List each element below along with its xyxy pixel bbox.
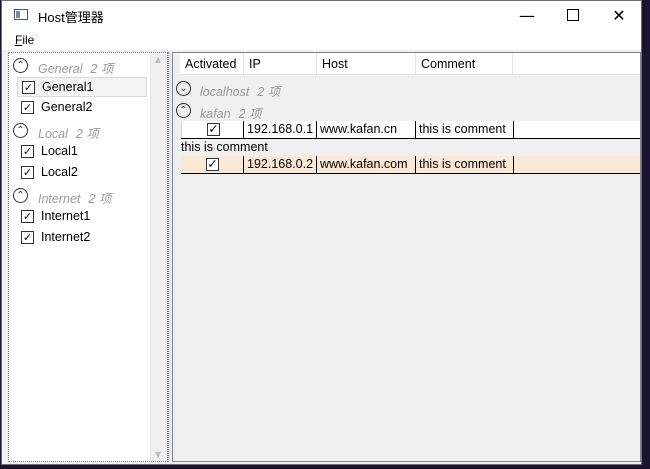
- cell-comment[interactable]: this is comment: [416, 121, 514, 138]
- column-header-comment[interactable]: Comment: [416, 53, 513, 75]
- list-item-local2[interactable]: ✓ Local2: [17, 163, 147, 183]
- main-window: Host管理器 — ✕ File ⌃ General 2 项 ✓ General1…: [1, 0, 642, 465]
- checkbox-checked-icon[interactable]: ✓: [21, 101, 34, 114]
- list-item-general2[interactable]: ✓ General2: [17, 98, 147, 118]
- item-label: General1: [42, 80, 94, 94]
- cell-host[interactable]: www.kafan.com: [317, 156, 416, 173]
- group-name: kafan: [200, 107, 231, 121]
- checkbox-checked-icon[interactable]: ✓: [206, 158, 219, 171]
- list-item-local1[interactable]: ✓ Local1: [17, 142, 147, 162]
- cell-ip[interactable]: 192.168.0.1: [244, 121, 317, 138]
- group-name: General: [38, 62, 83, 76]
- maximize-button[interactable]: [550, 1, 596, 31]
- list-item-general1[interactable]: ✓ General1: [17, 77, 147, 97]
- row-detail-text: this is comment: [181, 140, 268, 154]
- checkbox-checked-icon[interactable]: ✓: [22, 81, 35, 94]
- table-row[interactable]: ✓ 192.168.0.1 www.kafan.cn this is comme…: [181, 121, 640, 139]
- checkbox-checked-icon[interactable]: ✓: [21, 166, 34, 179]
- collapse-icon[interactable]: ⌃: [13, 188, 28, 203]
- collapse-icon[interactable]: ⌃: [13, 58, 28, 73]
- collapse-icon[interactable]: ⌃: [13, 123, 28, 138]
- column-header-host[interactable]: Host: [317, 53, 416, 75]
- list-item-internet2[interactable]: ✓ Internet2: [17, 228, 147, 248]
- close-button[interactable]: ✕: [596, 1, 642, 31]
- item-label: General2: [41, 100, 93, 114]
- pane-splitter[interactable]: [168, 52, 171, 462]
- column-header-ip[interactable]: IP: [244, 53, 317, 75]
- menu-file[interactable]: File: [15, 33, 34, 47]
- checkbox-checked-icon[interactable]: ✓: [21, 145, 34, 158]
- group-count: 2 项: [238, 107, 262, 121]
- group-count: 2 项: [75, 127, 99, 141]
- window-title: Host管理器: [38, 10, 104, 25]
- item-label: Local1: [41, 144, 78, 158]
- cell-comment[interactable]: this is comment: [416, 156, 514, 173]
- item-label: Internet1: [41, 209, 91, 223]
- item-label: Internet2: [41, 230, 91, 244]
- checkbox-checked-icon[interactable]: ✓: [207, 123, 220, 136]
- cell-host[interactable]: www.kafan.cn: [317, 121, 416, 138]
- title-bar[interactable]: Host管理器 — ✕: [2, 1, 641, 31]
- checkbox-checked-icon[interactable]: ✓: [21, 210, 34, 223]
- list-item-internet1[interactable]: ✓ Internet1: [17, 207, 147, 227]
- group-name: Local: [38, 127, 68, 141]
- app-window-icon: [14, 9, 28, 20]
- group-name: Internet: [38, 192, 81, 206]
- row-details: this is comment: [181, 139, 640, 157]
- group-count: 2 项: [88, 192, 112, 206]
- cell-ip[interactable]: 192.168.0.2: [244, 156, 317, 173]
- column-header-activated[interactable]: Activated: [180, 53, 244, 75]
- scroll-down-icon[interactable]: ▼: [155, 450, 161, 459]
- menu-bar: File: [2, 31, 641, 50]
- group-name: localhost: [200, 85, 250, 99]
- maximize-icon: [567, 9, 579, 21]
- group-count: 2 项: [90, 62, 114, 76]
- hosts-data-grid: Activated IP Host Comment ⌄ localhost 2 项…: [172, 52, 641, 462]
- collapse-icon[interactable]: ⌃: [176, 103, 191, 118]
- checkbox-checked-icon[interactable]: ✓: [21, 231, 34, 244]
- minimize-button[interactable]: —: [504, 1, 550, 31]
- scroll-up-icon[interactable]: ▲: [155, 55, 161, 64]
- group-count: 2 项: [257, 85, 281, 99]
- expand-icon[interactable]: ⌄: [176, 81, 191, 96]
- vertical-scrollbar[interactable]: ▲ ▼: [150, 53, 167, 461]
- cell-activated: ✓: [181, 156, 244, 173]
- host-group-list: ⌃ General 2 项 ✓ General1 ✓ General2 ⌃ Loc…: [8, 52, 168, 462]
- column-header-filler: [513, 53, 640, 75]
- item-label: Local2: [41, 165, 78, 179]
- cell-activated: ✓: [181, 121, 244, 138]
- table-row[interactable]: ✓ 192.168.0.2 www.kafan.com this is comm…: [181, 156, 640, 174]
